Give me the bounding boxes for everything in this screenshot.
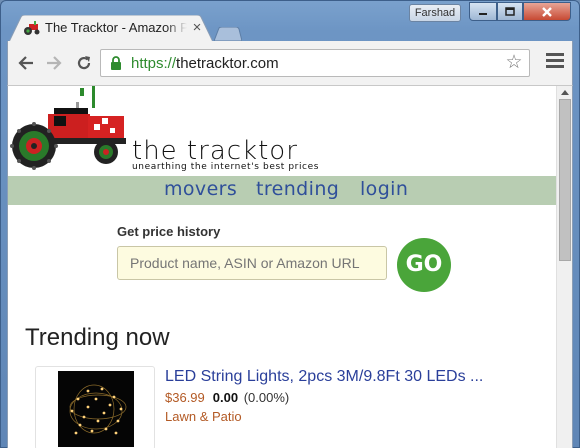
profile-button[interactable]: Farshad (409, 4, 461, 22)
scroll-up-arrow-icon[interactable] (561, 90, 569, 95)
site-header: the tracktor unearthing the internet's b… (8, 86, 556, 176)
new-tab-button[interactable] (214, 27, 242, 41)
minimize-button[interactable] (469, 2, 497, 21)
scroll-thumb[interactable] (559, 99, 571, 261)
browser-toolbar: https://thetracktor.com ☆ (7, 41, 573, 85)
price-change: 0.00 (212, 390, 239, 405)
hamburger-line (546, 53, 564, 56)
nav-link-trending[interactable]: trending (256, 178, 339, 200)
hamburger-line (546, 65, 564, 68)
price-change-percent: (0.00%) (243, 390, 290, 405)
reload-button[interactable] (72, 51, 96, 75)
search-label: Get price history (117, 224, 221, 239)
title-bar: The Tracktor - Amazon P × Farshad (1, 1, 579, 42)
nav-link-movers[interactable]: movers (164, 178, 237, 200)
site-nav: movers trending login (8, 176, 556, 205)
back-button[interactable] (14, 51, 38, 75)
led-lights-image (58, 371, 134, 447)
url-text: https://thetracktor.com (131, 55, 279, 73)
tab-title: The Tracktor - Amazon P (45, 20, 187, 35)
trending-heading: Trending now (25, 324, 170, 351)
search-input[interactable] (117, 246, 387, 280)
reload-icon (77, 56, 91, 70)
vertical-scrollbar[interactable] (556, 86, 572, 448)
product-price-line: $36.99 0.00 (0.00%) (165, 390, 289, 405)
close-window-button[interactable] (523, 2, 571, 21)
go-button[interactable]: GO (397, 238, 451, 292)
maximize-button[interactable] (497, 2, 523, 21)
maximize-icon (505, 6, 515, 16)
forward-button[interactable] (42, 51, 66, 75)
url-scheme: https:// (131, 55, 177, 72)
chrome-menu-button[interactable] (546, 53, 564, 71)
tab-close-icon[interactable]: × (190, 20, 204, 36)
browser-window: The Tracktor - Amazon P × Farshad https:… (0, 0, 580, 448)
list-item: LED String Lights, 2pcs 3M/9.8Ft 30 LEDs… (35, 366, 555, 448)
tractor-favicon-icon (24, 21, 40, 35)
address-bar[interactable]: https://thetracktor.com ☆ (100, 49, 530, 77)
url-host: thetracktor.com (176, 55, 279, 72)
product-price: $36.99 (165, 390, 205, 405)
arrow-left-icon (18, 56, 33, 70)
arrow-right-icon (47, 56, 62, 70)
page-viewport: the tracktor unearthing the internet's b… (7, 85, 573, 448)
tractor-logo-icon[interactable] (10, 86, 128, 172)
product-thumbnail[interactable] (35, 366, 155, 448)
lock-icon (111, 56, 121, 70)
nav-link-login[interactable]: login (360, 178, 408, 200)
brand-tagline: unearthing the internet's best prices (132, 162, 320, 172)
product-title-link[interactable]: LED String Lights, 2pcs 3M/9.8Ft 30 LEDs… (165, 368, 483, 386)
hamburger-line (546, 59, 564, 62)
product-category-link[interactable]: Lawn & Patio (165, 409, 242, 424)
minimize-icon (479, 12, 487, 15)
bookmark-star-icon[interactable]: ☆ (504, 53, 524, 73)
close-icon (542, 6, 552, 17)
